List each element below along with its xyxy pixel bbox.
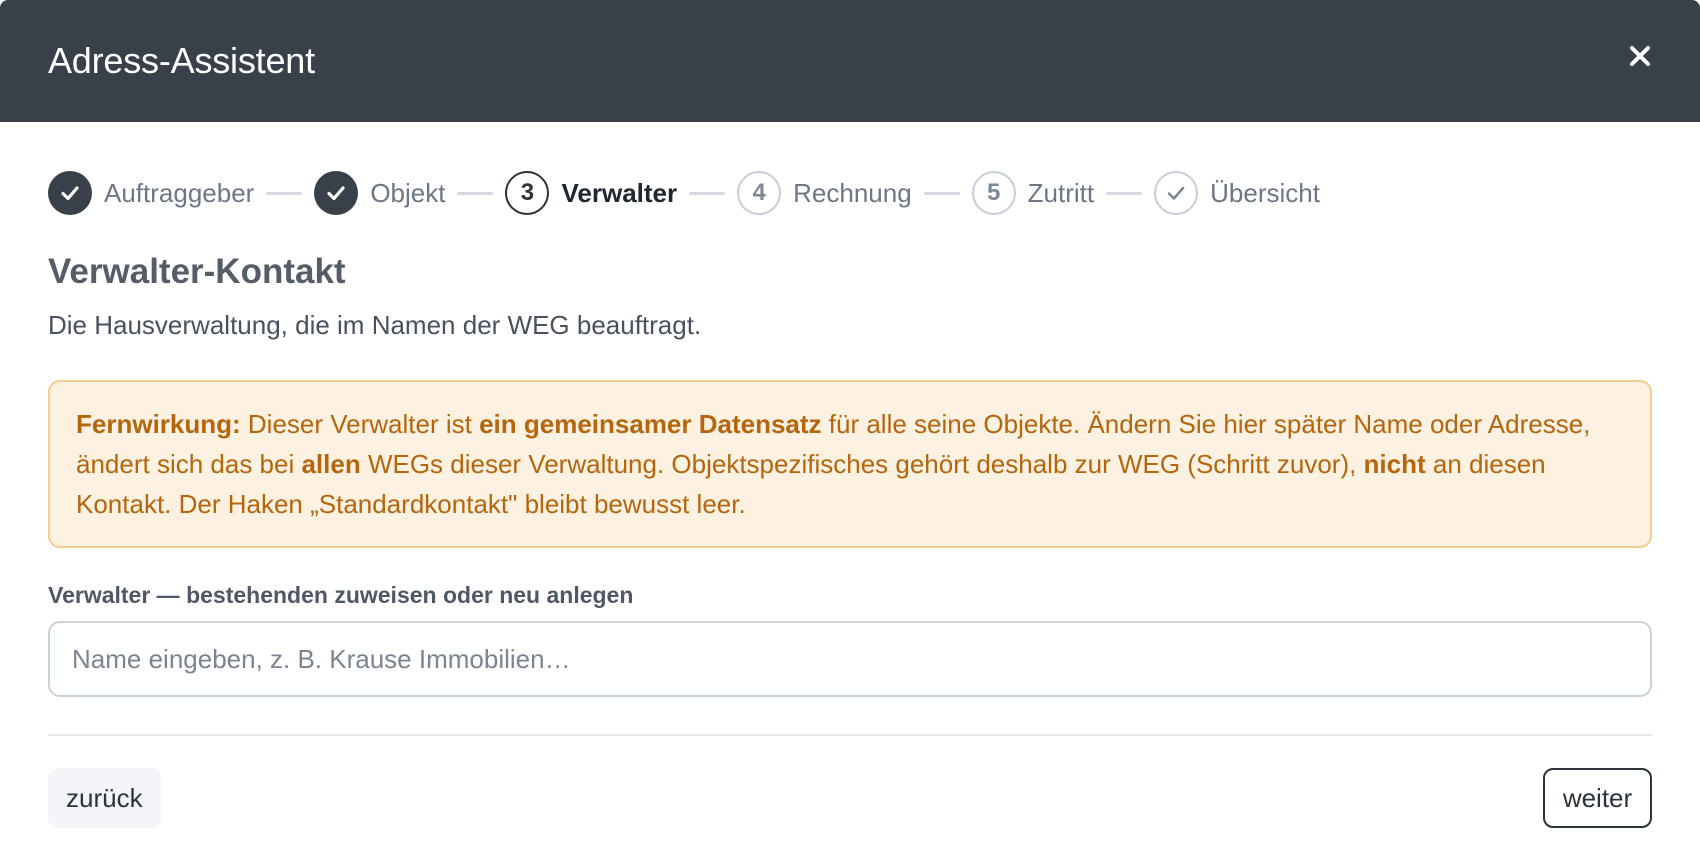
step-number: 5 xyxy=(986,179,1001,206)
alert-text: WEGs dieser Verwaltung. Objektspezifisch… xyxy=(360,449,1364,479)
step-indicator xyxy=(1154,171,1199,215)
step-label: Zutritt xyxy=(1027,177,1095,208)
step-label: Objekt xyxy=(370,177,446,208)
step-connector xyxy=(1106,191,1143,195)
check-icon xyxy=(1167,186,1185,200)
step-label: Auftraggeber xyxy=(104,177,255,208)
wizard-stepper: Auftraggeber Objekt 3 Verwalter 4 Rechnung 5 Zu… xyxy=(48,170,1652,216)
step-indicator xyxy=(48,171,92,215)
alert-bold: ein gemeinsamer Datensatz xyxy=(479,409,822,439)
check-icon xyxy=(61,186,79,201)
step-indicator: 3 xyxy=(505,171,550,215)
section-subtitle: Die Hausverwaltung, die im Namen der WEG… xyxy=(48,310,702,340)
step-connector xyxy=(457,191,494,195)
check-icon xyxy=(327,186,345,201)
step-label: Rechnung xyxy=(793,177,912,208)
step-label: Verwalter xyxy=(561,177,678,208)
address-wizard-dialog: Adress-Assistent Auftraggeber Objekt 3 Verw… xyxy=(0,0,1700,867)
step-number: 3 xyxy=(520,179,535,206)
step-connector xyxy=(923,191,960,195)
step-1[interactable]: Auftraggeber xyxy=(48,171,254,215)
section-title: Verwalter-Kontakt xyxy=(48,252,346,291)
close-button[interactable] xyxy=(1620,36,1660,76)
alert-lead: Fernwirkung: xyxy=(76,409,241,439)
next-button[interactable]: weiter xyxy=(1543,768,1652,828)
close-icon xyxy=(1630,46,1650,66)
footer-divider xyxy=(48,734,1652,736)
step-6[interactable]: Übersicht xyxy=(1154,171,1320,215)
alert-bold: allen xyxy=(301,449,361,479)
manager-field-label: Verwalter — bestehenden zuweisen oder ne… xyxy=(48,582,634,608)
step-3[interactable]: 3 Verwalter xyxy=(505,171,677,215)
manager-search-input[interactable] xyxy=(48,621,1652,697)
step-connector xyxy=(689,191,726,195)
step-5[interactable]: 5 Zutritt xyxy=(971,171,1095,215)
step-2[interactable]: Objekt xyxy=(314,171,445,215)
warning-alert: Fernwirkung: Dieser Verwalter ist ein ge… xyxy=(48,380,1652,548)
dialog-header: Adress-Assistent xyxy=(0,0,1700,122)
alert-text: Dieser Verwalter ist xyxy=(240,409,480,439)
step-indicator: 5 xyxy=(971,171,1016,215)
step-indicator: 4 xyxy=(737,171,782,215)
step-label: Übersicht xyxy=(1210,177,1320,208)
step-connector xyxy=(266,191,303,195)
step-4[interactable]: 4 Rechnung xyxy=(737,171,912,215)
alert-bold: nicht xyxy=(1363,449,1426,479)
back-button[interactable]: zurück xyxy=(48,768,161,828)
step-number: 4 xyxy=(752,179,766,206)
dialog-title: Adress-Assistent xyxy=(48,40,315,81)
step-indicator xyxy=(314,171,359,215)
